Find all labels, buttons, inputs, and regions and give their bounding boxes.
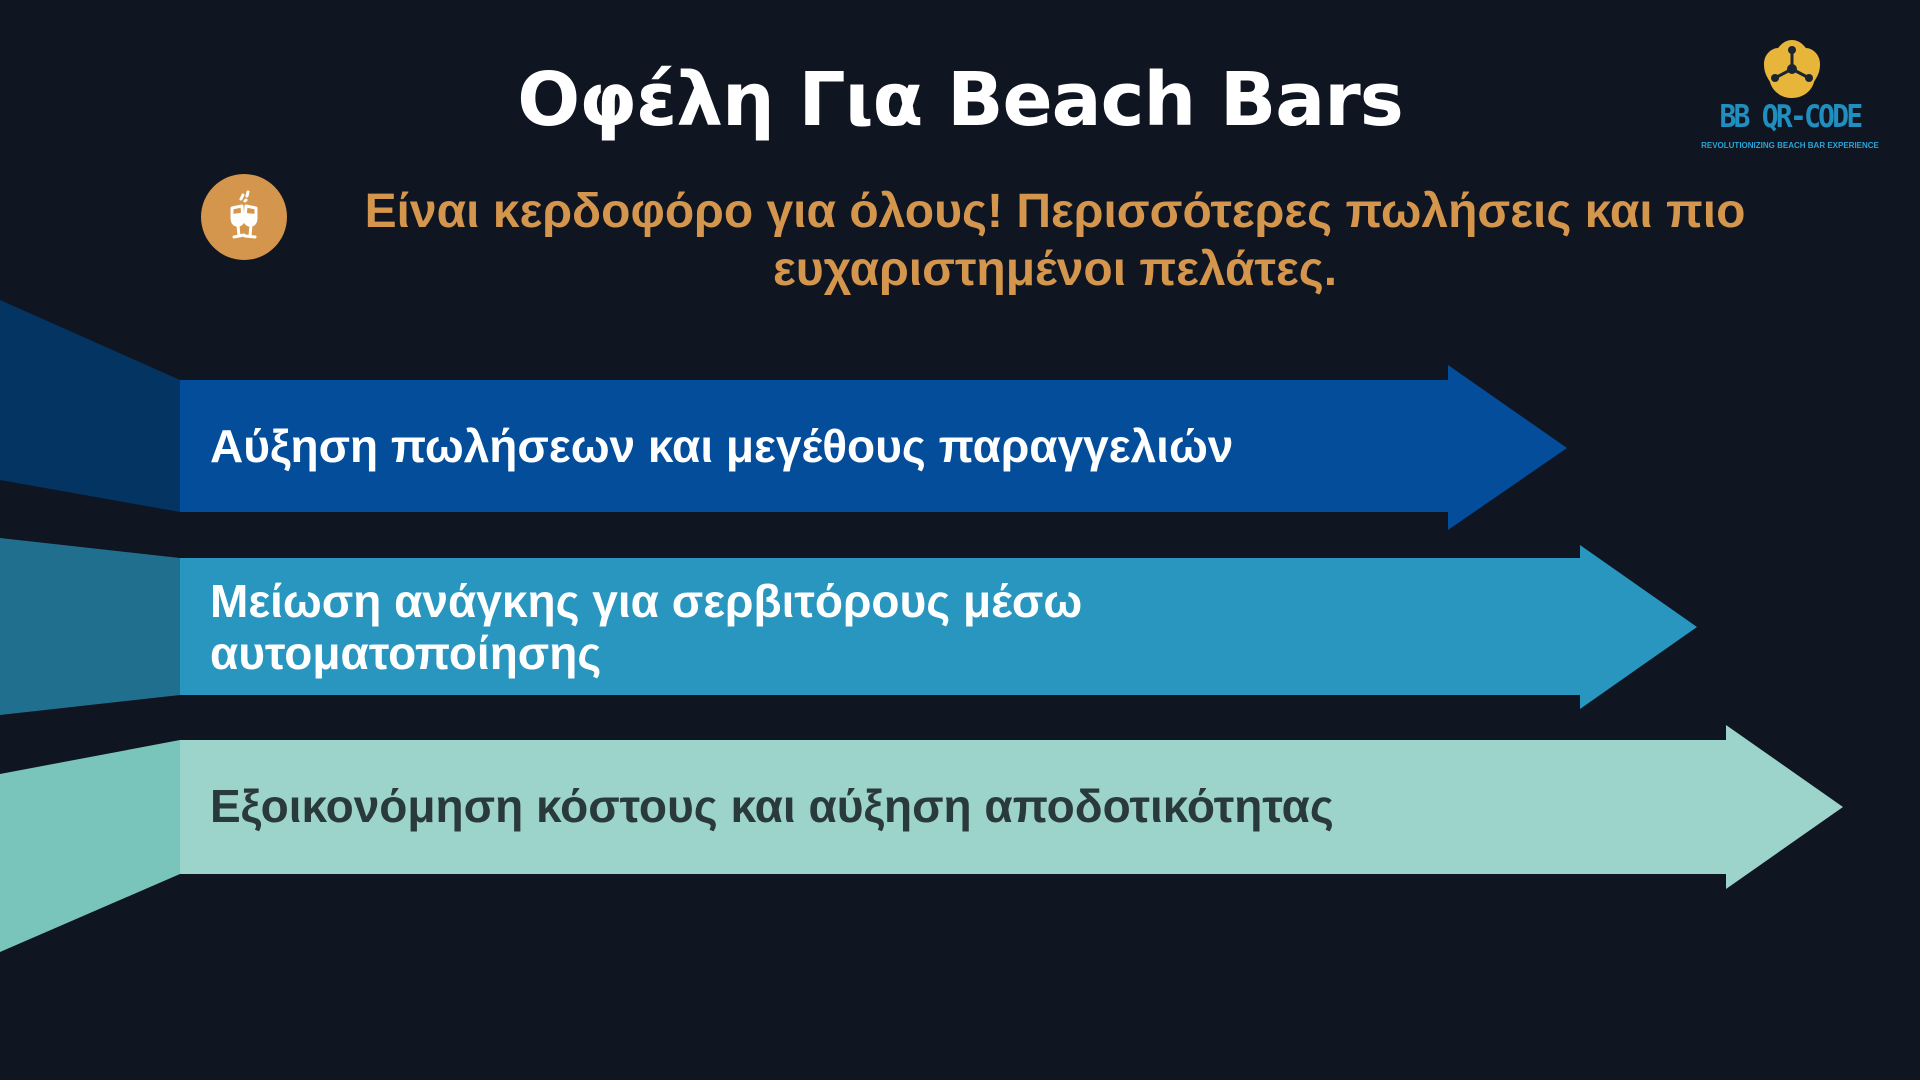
benefit-label-1: Αύξηση πωλήσεων και μεγέθους παραγγελιών <box>210 420 1234 472</box>
benefit-tail-2 <box>0 538 180 715</box>
benefit-label-3: Εξοικονόμηση κόστους και αύξηση αποδοτικ… <box>210 780 1334 832</box>
benefit-tail-3 <box>0 740 180 952</box>
benefit-label-2: Μείωση ανάγκης για σερβιτόρους μέσω αυτο… <box>210 575 1083 679</box>
benefit-tail-1 <box>0 300 180 512</box>
benefits-arrows <box>0 300 1843 952</box>
